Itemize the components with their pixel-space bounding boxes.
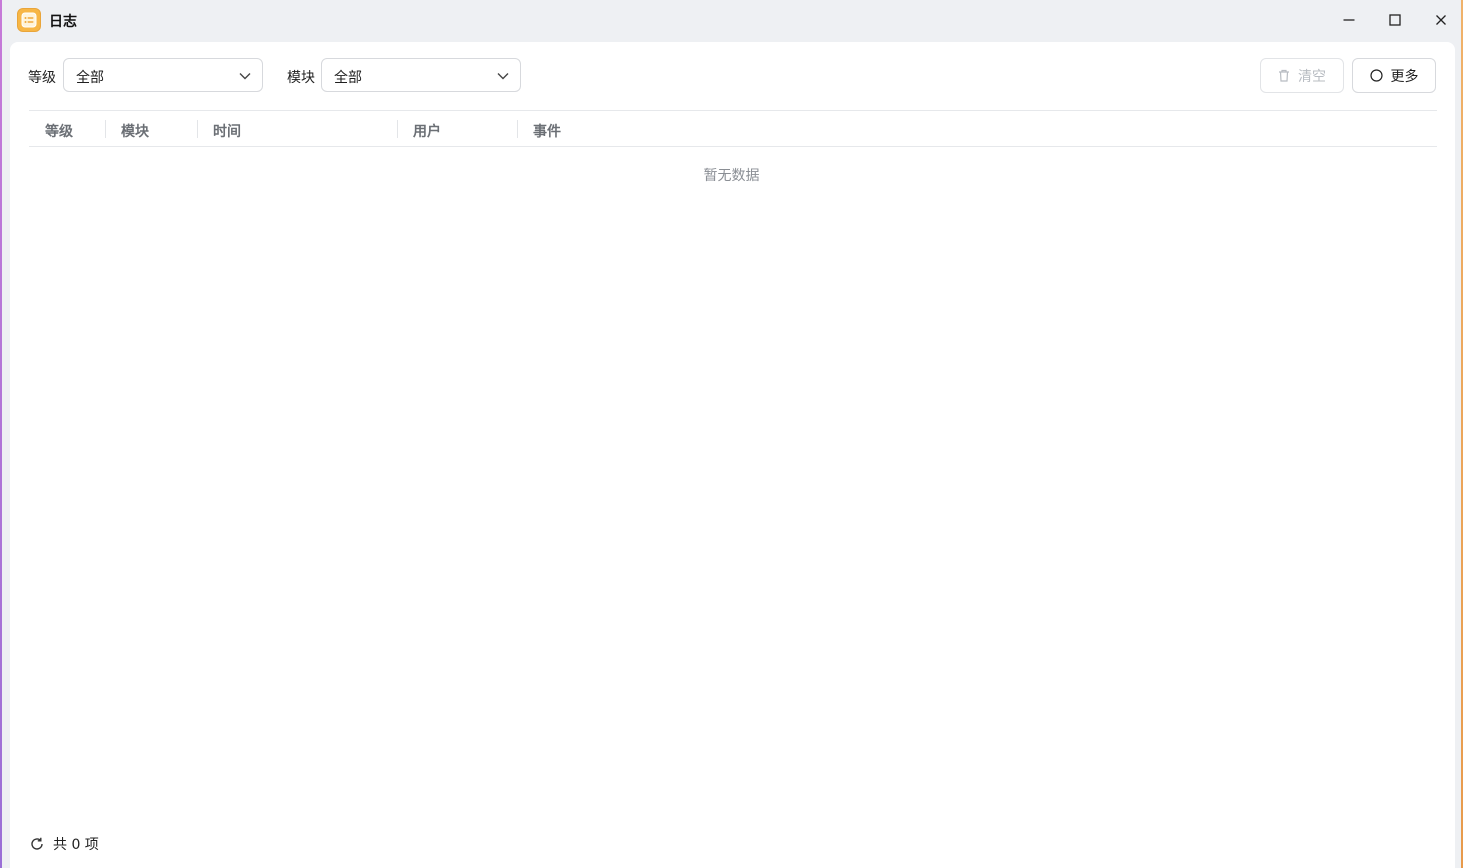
close-icon <box>1436 15 1446 25</box>
column-header-user[interactable]: 用户 <box>413 121 441 141</box>
column-divider[interactable] <box>197 120 198 138</box>
module-select-value: 全部 <box>334 70 362 86</box>
more-button-label: 更多 <box>1390 68 1419 85</box>
chevron-down-icon <box>239 73 251 80</box>
item-count: 共 0 项 <box>53 837 99 853</box>
maximize-button[interactable] <box>1381 6 1409 34</box>
table-header: 等级 模块 时间 用户 事件 <box>29 110 1437 147</box>
chevron-down-icon <box>497 73 509 80</box>
log-app-icon <box>17 8 41 32</box>
close-button[interactable] <box>1427 6 1455 34</box>
column-header-level[interactable]: 等级 <box>45 121 73 141</box>
level-select-value: 全部 <box>76 70 104 86</box>
footer: 共 0 项 <box>29 834 99 854</box>
window-title: 日志 <box>49 14 77 30</box>
minimize-button[interactable] <box>1335 6 1363 34</box>
clear-button[interactable]: 清空 <box>1260 58 1344 93</box>
more-button[interactable]: 更多 <box>1352 58 1436 93</box>
module-select[interactable]: 全部 <box>321 58 521 92</box>
column-divider[interactable] <box>105 120 106 138</box>
column-header-event[interactable]: 事件 <box>533 121 561 141</box>
column-divider[interactable] <box>517 120 518 138</box>
circle-icon <box>1369 69 1383 82</box>
column-header-time[interactable]: 时间 <box>213 121 241 141</box>
column-divider[interactable] <box>397 120 398 138</box>
empty-state-text: 暂无数据 <box>703 168 760 184</box>
minimize-icon <box>1343 19 1355 21</box>
refresh-icon[interactable] <box>29 836 45 852</box>
maximize-icon <box>1389 14 1401 26</box>
clear-button-label: 清空 <box>1298 68 1326 85</box>
trash-icon <box>1279 69 1289 82</box>
title-bar[interactable]: 日志 <box>0 0 1463 40</box>
module-filter-label: 模块 <box>287 70 315 86</box>
level-select[interactable]: 全部 <box>63 58 263 92</box>
window-edge-left <box>0 0 2 868</box>
level-filter-label: 等级 <box>28 70 56 86</box>
column-header-module[interactable]: 模块 <box>121 121 149 141</box>
